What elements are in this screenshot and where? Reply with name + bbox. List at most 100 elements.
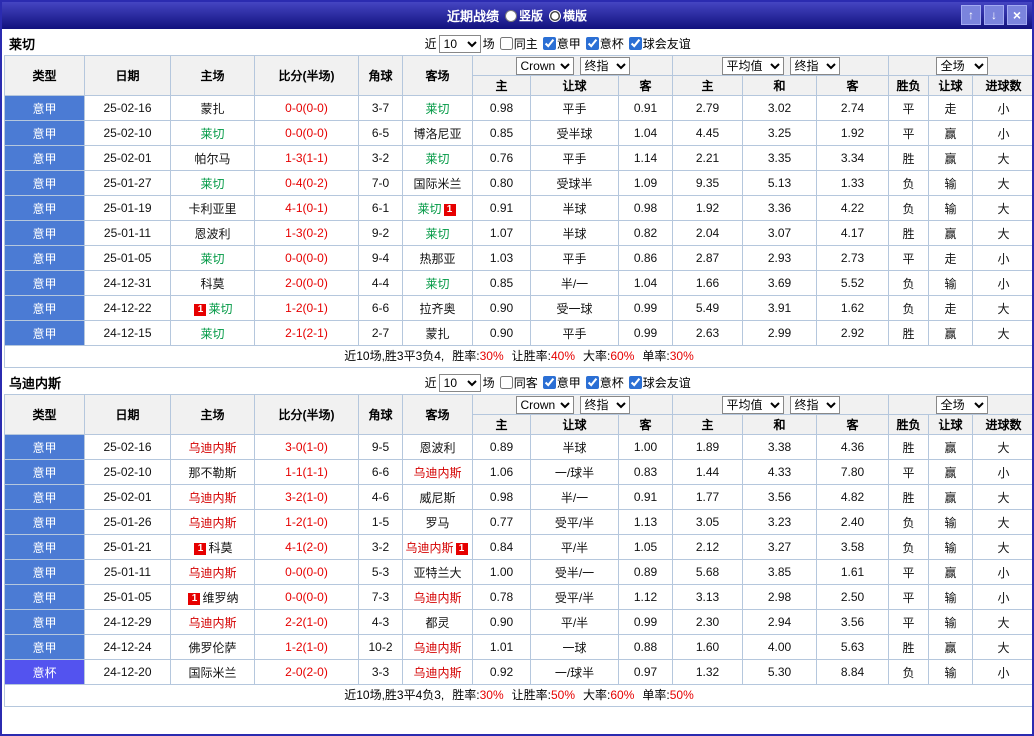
horizontal-radio-input[interactable] — [549, 9, 561, 22]
score-cell: 0-4(0-2) — [254, 170, 359, 196]
date-cell: 25-02-10 — [84, 120, 171, 146]
table-row: 意甲 25-02-01 乌迪内斯 3-2(1-0) 4-6 威尼斯 0.98 半/一 0.91 1… — [4, 484, 1032, 510]
sub-column-header: 客 — [617, 414, 674, 435]
filter-checkbox[interactable] — [585, 37, 599, 50]
filter-option[interactable]: 意甲 — [542, 35, 581, 52]
handicap-result-cell: 输 — [928, 509, 974, 535]
handicap-away-odds-cell: 0.89 — [617, 559, 674, 585]
filter-option[interactable]: 意杯 — [585, 35, 624, 52]
summary-stat-value: 50% — [550, 688, 576, 702]
bookmaker-select[interactable]: Crown — [515, 395, 574, 414]
team-name-text: 国际米兰 — [188, 665, 237, 680]
vertical-radio-label: 竖版 — [518, 9, 543, 23]
score-cell: 3-2(1-0) — [254, 484, 359, 510]
fulltime-select[interactable]: 全场 — [935, 56, 988, 75]
odds-final-select[interactable]: 终指 — [579, 56, 630, 75]
handicap-home-odds-cell: 1.03 — [472, 245, 531, 271]
team-name-text: 莱切 — [425, 101, 450, 116]
filter-checkbox[interactable] — [499, 376, 513, 389]
handicap-result-cell: 输 — [928, 609, 974, 635]
fulltime-select[interactable]: 全场 — [935, 395, 988, 414]
filter-option[interactable]: 意甲 — [542, 374, 581, 391]
handicap-line-cell: 半球 — [530, 220, 619, 246]
team-name-text: 拉齐奥 — [419, 301, 456, 316]
team-name-text: 莱切 — [417, 201, 442, 216]
filter-checkbox[interactable] — [542, 37, 556, 50]
outcome-cell: 负 — [888, 270, 930, 296]
team-name-text: 蒙扎 — [425, 326, 450, 341]
handicap-away-odds-cell: 1.00 — [617, 434, 674, 460]
handicap-home-odds-cell: 0.89 — [472, 434, 531, 460]
avg-home-odds-cell: 2.12 — [672, 534, 744, 560]
match-count-select[interactable]: 10 — [438, 34, 481, 53]
league-cell: 意甲 — [4, 484, 85, 510]
view-mode-vertical[interactable]: 竖版 — [504, 7, 543, 24]
handicap-away-odds-cell: 1.14 — [617, 145, 674, 171]
team-name-text: 莱切 — [200, 126, 225, 141]
corners-cell: 9-2 — [358, 220, 403, 246]
date-cell: 25-02-10 — [84, 459, 171, 485]
avg-draw-odds-cell: 2.98 — [742, 584, 818, 610]
bookmaker-select[interactable]: Crown — [515, 56, 574, 75]
avg-final-select[interactable]: 终指 — [789, 56, 840, 75]
filter-option[interactable]: 同主 — [499, 35, 538, 52]
column-header: 类型 — [4, 394, 85, 435]
filter-checkbox[interactable] — [499, 37, 513, 50]
team-section: 莱切近 10 场同主 意甲 意杯 球会友谊 类型 日期 主场 比分(半场) 角球 客场 Crown 终指平… — [4, 32, 1032, 368]
summary-stat-value: 30% — [479, 688, 504, 702]
table-row: 意甲 25-01-05 莱切 0-0(0-0) 9-4 热那亚 1.03 平手 0.86 2.87… — [4, 245, 1032, 271]
team-name-text: 莱切 — [425, 276, 450, 291]
view-mode-horizontal[interactable]: 横版 — [549, 7, 587, 24]
handicap-away-odds-cell: 1.12 — [617, 584, 674, 610]
move-up-button[interactable]: ↑ — [961, 5, 981, 25]
goals-result-cell: 小 — [972, 95, 1032, 121]
avg-draw-odds-cell: 3.35 — [742, 145, 818, 171]
handicap-away-odds-cell: 0.91 — [617, 95, 674, 121]
filter-option[interactable]: 同客 — [499, 374, 538, 391]
column-header: 比分(半场) — [254, 394, 359, 435]
move-down-button[interactable]: ↓ — [984, 5, 1004, 25]
filter-checkbox[interactable] — [585, 376, 599, 389]
handicap-home-odds-cell: 1.01 — [472, 634, 531, 660]
close-button[interactable]: × — [1007, 5, 1027, 25]
handicap-result-cell: 赢 — [928, 459, 974, 485]
home-team-cell: 乌迪内斯 — [170, 484, 255, 510]
filter-option[interactable]: 球会友谊 — [628, 374, 691, 391]
team-name-text: 威尼斯 — [419, 490, 456, 505]
team-name-text: 热那亚 — [419, 251, 456, 266]
handicap-home-odds-cell: 0.80 — [472, 170, 531, 196]
league-cell: 意甲 — [4, 270, 85, 296]
handicap-line-cell: 一球 — [530, 634, 619, 660]
score-cell: 1-1(1-1) — [254, 459, 359, 485]
team-name-text: 罗马 — [425, 515, 450, 530]
corners-cell: 3-7 — [358, 95, 403, 121]
league-cell: 意甲 — [4, 634, 85, 660]
table-row: 意甲 24-12-24 佛罗伦萨 1-2(1-0) 10-2 乌迪内斯 1.01 一球 0.88… — [4, 634, 1032, 660]
filter-option[interactable]: 意杯 — [585, 374, 624, 391]
avg-home-odds-cell: 1.32 — [672, 659, 744, 685]
average-select[interactable]: 平均值 — [721, 56, 784, 75]
average-select[interactable]: 平均值 — [721, 395, 784, 414]
sub-column-header: 客 — [816, 414, 890, 435]
sub-column-header: 胜负 — [888, 75, 930, 96]
team-name-text: 乌迪内斯 — [188, 615, 237, 630]
vertical-radio-input[interactable] — [504, 9, 517, 22]
filter-checkbox[interactable] — [628, 37, 642, 50]
avg-home-odds-cell: 3.05 — [672, 509, 744, 535]
filter-checkbox[interactable] — [628, 376, 642, 389]
team-name-text: 莱切 — [208, 301, 233, 316]
sub-column-header: 客 — [816, 75, 890, 96]
sections-container: 莱切近 10 场同主 意甲 意杯 球会友谊 类型 日期 主场 比分(半场) 角球 客场 Crown 终指平… — [2, 32, 1032, 707]
filter-option[interactable]: 球会友谊 — [628, 35, 691, 52]
handicap-away-odds-cell: 0.83 — [617, 459, 674, 485]
goals-result-cell: 大 — [972, 534, 1032, 560]
odds-final-select[interactable]: 终指 — [579, 395, 630, 414]
avg-final-select[interactable]: 终指 — [789, 395, 840, 414]
filter-checkbox[interactable] — [542, 376, 556, 389]
outcome-cell: 胜 — [888, 320, 930, 346]
league-cell: 意甲 — [4, 220, 85, 246]
games-unit-label: 场 — [482, 37, 495, 51]
team-name-text: 莱切 — [200, 176, 225, 191]
avg-home-odds-cell: 2.63 — [672, 320, 744, 346]
match-count-select[interactable]: 10 — [438, 373, 481, 392]
